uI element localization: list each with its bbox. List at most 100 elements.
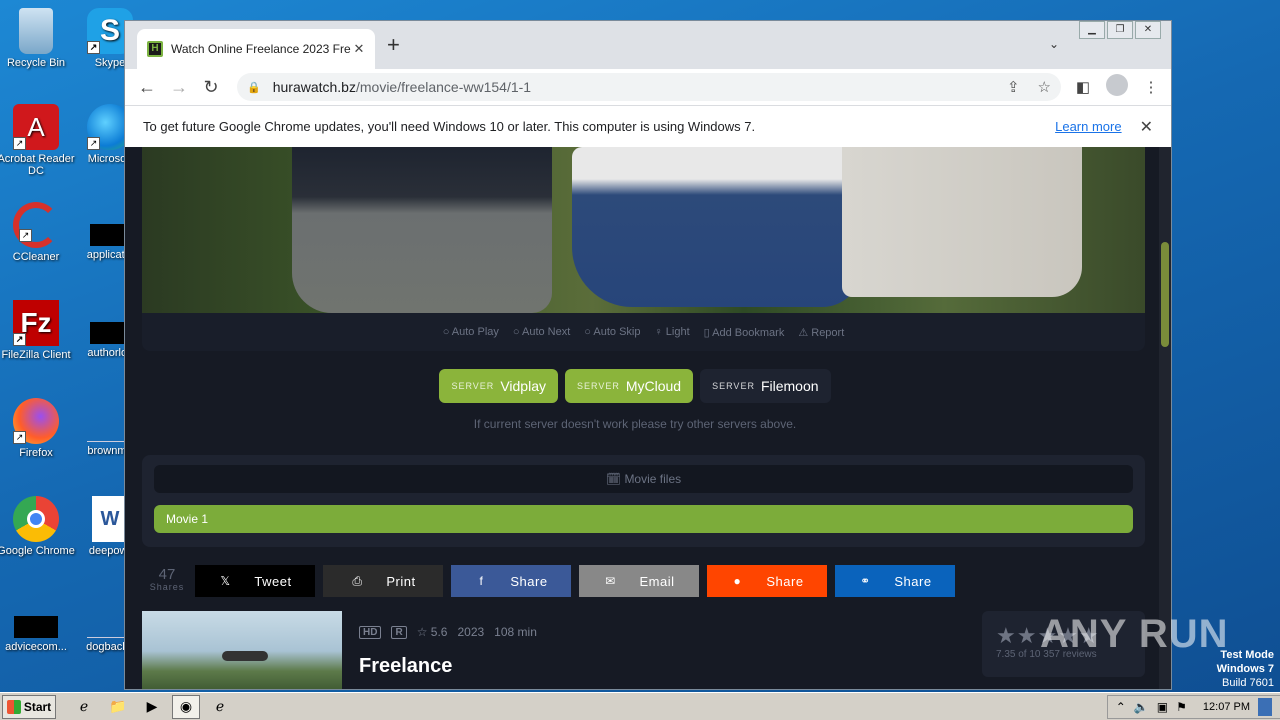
menu-kebab-icon[interactable]: ⋮	[1139, 78, 1163, 96]
word-doc-icon: W	[92, 496, 128, 542]
desktop-icon-label: advicecom...	[5, 641, 67, 653]
desktop-icon-recycle-bin[interactable]: Recycle Bin	[0, 8, 76, 69]
volume-icon[interactable]: 🔈	[1134, 700, 1149, 714]
report-button[interactable]: ⚠ Report	[798, 326, 844, 339]
restore-icon[interactable]: ❐	[1107, 21, 1133, 39]
desktop-icon-label: FileZilla Client	[1, 349, 71, 361]
profile-avatar-icon[interactable]	[1105, 74, 1129, 100]
auto-play-toggle[interactable]: ○ Auto Play	[443, 326, 499, 338]
active-tab[interactable]: H Watch Online Freelance 2023 Free ✕	[137, 29, 375, 69]
email-icon: ✉	[605, 574, 616, 588]
hurawatch-favicon-icon: H	[147, 41, 163, 57]
tweet-button[interactable]: 𝕏 Tweet	[195, 565, 315, 597]
show-desktop-icon[interactable]	[1258, 697, 1272, 716]
server-name: MyCloud	[625, 378, 682, 394]
web-page: ○ Auto Play ○ Auto Next ○ Auto Skip ♀ Li…	[125, 147, 1171, 689]
share-label: Tweet	[254, 573, 292, 589]
window-close-icon[interactable]: ✕	[1135, 21, 1161, 39]
share-bar: 47 Shares 𝕏 Tweet ⎙ Print f Share ✉ Email ● S…	[147, 565, 955, 597]
server-name: Filemoon	[760, 378, 819, 394]
share-label: Share	[510, 573, 548, 589]
desktop-icon-acrobat[interactable]: A ↗ Acrobat Reader DC	[0, 104, 76, 177]
back-icon[interactable]: ←	[133, 73, 161, 101]
network-icon[interactable]: ▣	[1157, 700, 1168, 714]
clock[interactable]: 12:07 PM	[1203, 701, 1250, 713]
desktop-icon-chrome[interactable]: Google Chrome	[0, 496, 76, 557]
desktop-icon-advicecom[interactable]: advicecom...	[0, 612, 76, 653]
bookmark-star-icon[interactable]: ☆	[1038, 78, 1051, 96]
reddit-share-button[interactable]: ● Share	[707, 565, 827, 597]
redacted-app-icon	[14, 616, 58, 638]
share-count-value: 47	[158, 566, 176, 583]
tab-close-icon[interactable]: ✕	[351, 41, 367, 57]
movie-meta: HD R ☆ 5.6 2023 108 min	[359, 625, 537, 639]
auto-next-toggle[interactable]: ○ Auto Next	[513, 326, 570, 338]
add-bookmark-button[interactable]: ▯ Add Bookmark	[704, 326, 785, 339]
media-player-taskbar-icon[interactable]: ▶	[138, 695, 166, 719]
desktop-icon-filezilla[interactable]: Fz ↗ FileZilla Client	[0, 300, 76, 361]
tab-strip: H Watch Online Freelance 2023 Free ✕ + ⌄…	[125, 21, 1171, 69]
start-label: Start	[23, 699, 52, 714]
system-tray: ⌃ 🔈 ▣ ⚑ 12:07 PM	[1106, 694, 1280, 719]
address-bar[interactable]: 🔒 hurawatch.bz/movie/freelance-ww154/1-1…	[237, 73, 1061, 101]
scene-figure	[572, 147, 862, 307]
infobar-text: To get future Google Chrome updates, you…	[143, 119, 756, 134]
facebook-share-button[interactable]: f Share	[451, 565, 571, 597]
print-button[interactable]: ⎙ Print	[323, 565, 443, 597]
movie-poster[interactable]	[142, 611, 342, 689]
update-infobar: To get future Google Chrome updates, you…	[125, 105, 1171, 147]
new-tab-icon[interactable]: +	[387, 34, 400, 56]
helicopter-shape	[222, 651, 268, 661]
reload-icon[interactable]: ↻	[197, 73, 225, 101]
page-scrollbar[interactable]	[1159, 147, 1171, 689]
desktop-icon-label: Google Chrome	[0, 545, 75, 557]
server-hint: If current server doesn't work please tr…	[473, 417, 797, 431]
year: 2023	[457, 625, 485, 639]
email-button[interactable]: ✉ Email	[579, 565, 699, 597]
side-panel-icon[interactable]: ◧	[1071, 78, 1095, 96]
video-frame[interactable]	[142, 147, 1145, 313]
minimize-icon[interactable]: ▁	[1079, 21, 1105, 39]
scene-figure	[842, 147, 1082, 297]
video-player[interactable]: ○ Auto Play ○ Auto Next ○ Auto Skip ♀ Li…	[142, 147, 1145, 351]
score-value: 5.6	[430, 625, 448, 639]
desktop-icon-firefox[interactable]: ↗ Firefox	[0, 398, 76, 459]
chrome-taskbar-icon[interactable]: ◉	[172, 694, 200, 719]
chrome-icon	[13, 496, 59, 542]
learn-more-link[interactable]: Learn more	[1055, 119, 1121, 134]
os-line: Test Mode	[1220, 649, 1274, 661]
movie-title: Freelance	[359, 655, 453, 677]
infobar-close-icon[interactable]: ✕	[1140, 117, 1153, 137]
forward-icon[interactable]: →	[165, 73, 193, 101]
scrollbar-thumb[interactable]	[1161, 242, 1169, 347]
server-tag: SERVER	[712, 381, 755, 391]
tab-title: Watch Online Freelance 2023 Free	[171, 42, 351, 56]
start-button[interactable]: Start	[2, 694, 56, 719]
facebook-icon: f	[479, 574, 484, 588]
server-vidplay-button[interactable]: SERVER Vidplay	[439, 369, 558, 403]
movie-file-item[interactable]: Movie 1	[154, 505, 1133, 533]
server-filemoon-button[interactable]: SERVER Filemoon	[700, 369, 831, 403]
edge-taskbar-icon[interactable]: ℯ	[206, 695, 234, 719]
auto-skip-toggle[interactable]: ○ Auto Skip	[584, 326, 640, 338]
anyrun-watermark: ANY RUN	[1040, 612, 1229, 656]
movie-files-panel: 🗓 Movie files Movie 1	[142, 455, 1145, 547]
explorer-taskbar-icon[interactable]: 📁	[104, 695, 132, 719]
share-count: 47 Shares	[147, 566, 187, 593]
server-tag: SERVER	[451, 381, 495, 391]
action-center-flag-icon[interactable]: ⚑	[1176, 700, 1187, 714]
scene-figure	[292, 147, 552, 313]
other-share-button[interactable]: ⚭ Share	[835, 565, 955, 597]
share-count-label: Shares	[149, 582, 185, 592]
light-toggle[interactable]: ♀ Light	[654, 326, 689, 338]
tray-expand-icon[interactable]: ⌃	[1116, 700, 1126, 714]
ie-taskbar-icon[interactable]: ℯ	[70, 695, 98, 719]
score: ☆ 5.6	[416, 625, 448, 639]
tab-search-chevron-icon[interactable]: ⌄	[1049, 37, 1059, 51]
share-page-icon[interactable]: ⇪	[1007, 78, 1020, 96]
files-header-label: Movie files	[624, 472, 682, 486]
desktop-icon-label: Recycle Bin	[6, 57, 66, 69]
reddit-icon: ●	[733, 574, 742, 588]
server-mycloud-button[interactable]: SERVER MyCloud	[564, 369, 694, 403]
desktop-icon-ccleaner[interactable]: ↗ CCleaner	[0, 202, 76, 263]
